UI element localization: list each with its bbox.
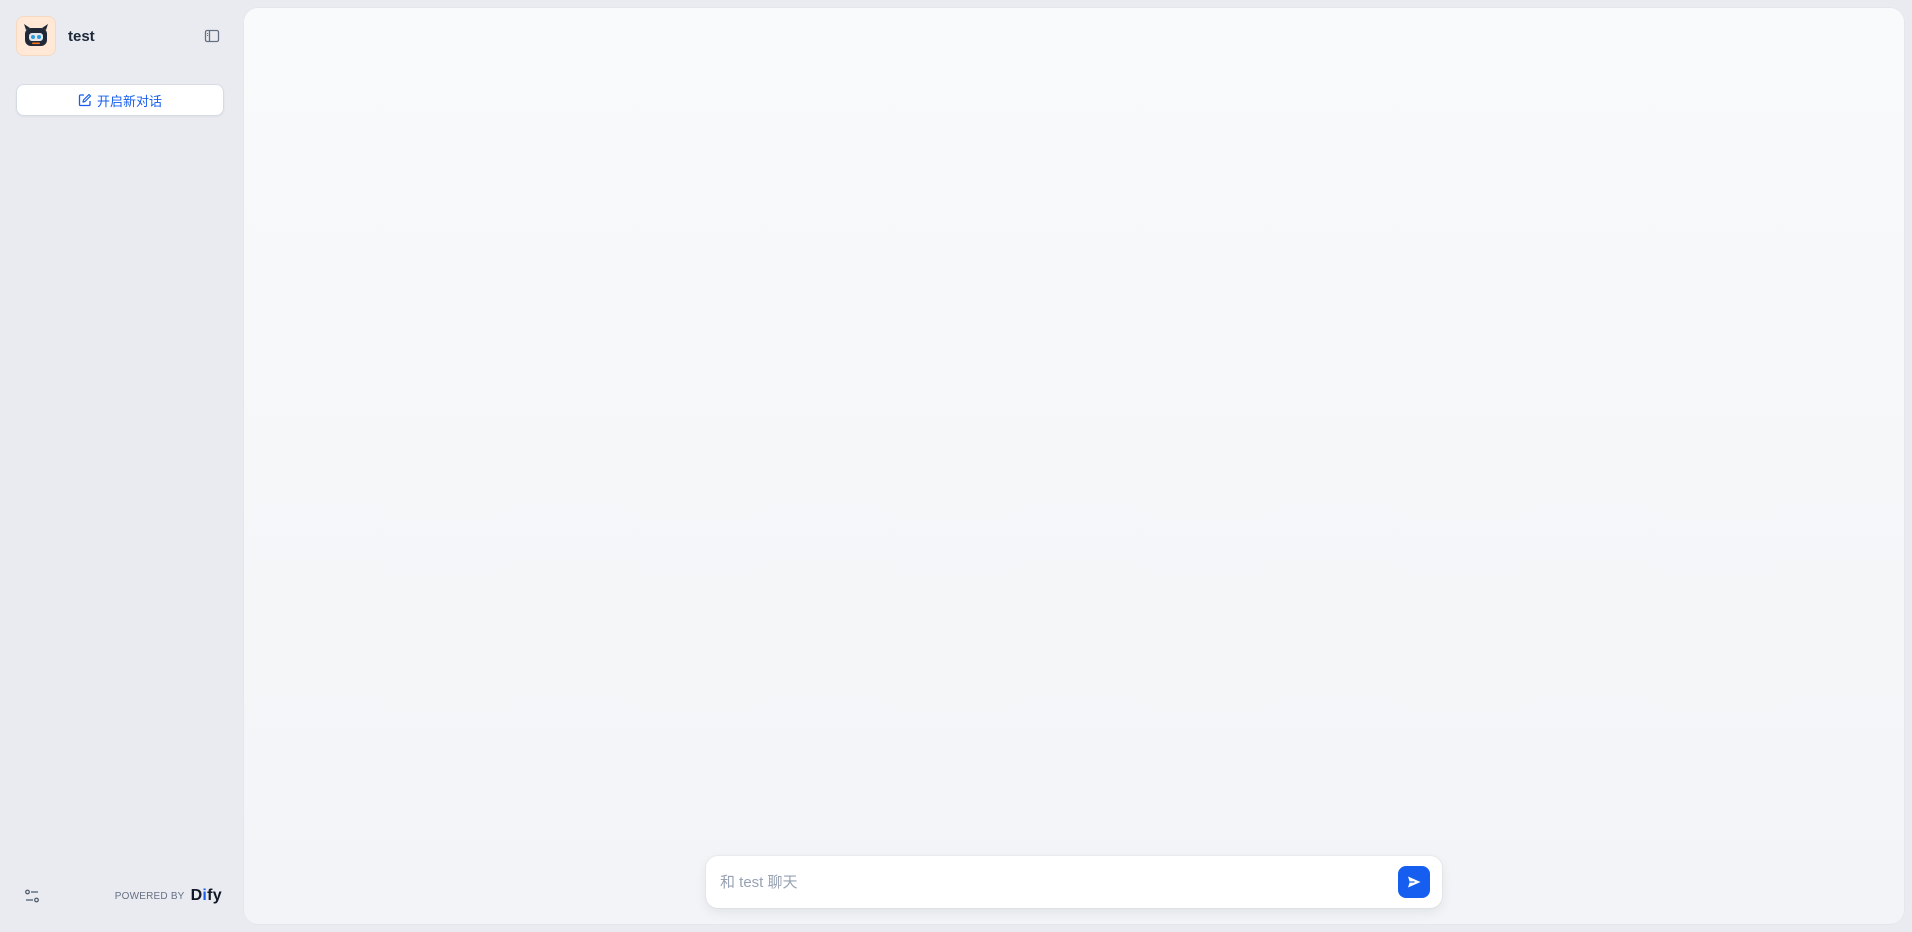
settings-button[interactable] — [16, 880, 48, 912]
collapse-sidebar-button[interactable] — [202, 26, 222, 46]
chat-input[interactable] — [706, 856, 1398, 908]
robot-icon — [24, 24, 48, 46]
app-root: test 开启新对话 POWERED BY Dify 和 test 聊天 — [0, 0, 1912, 932]
send-button[interactable] — [1398, 866, 1430, 898]
dify-logo: Dify — [191, 887, 222, 905]
sliders-icon — [25, 889, 39, 903]
brand-prefix: D — [190, 887, 203, 904]
sidebar-footer: POWERED BY Dify — [16, 876, 224, 916]
app-title: test — [68, 27, 95, 45]
app-avatar — [16, 16, 56, 56]
sidebar-collapse-icon — [204, 29, 220, 43]
powered-by-label: POWERED BY — [114, 890, 185, 902]
app-header: test — [16, 16, 224, 56]
sidebar: test 开启新对话 POWERED BY Dify — [0, 0, 240, 932]
powered-by: POWERED BY Dify — [115, 887, 222, 905]
chat-input-box — [706, 856, 1442, 908]
new-chat-label: 开启新对话 — [96, 93, 162, 109]
new-chat-button[interactable]: 开启新对话 — [16, 84, 224, 116]
send-icon — [1408, 876, 1421, 888]
chat-panel — [244, 8, 1904, 924]
edit-icon — [78, 93, 92, 107]
brand-suffix: fy — [207, 887, 222, 904]
